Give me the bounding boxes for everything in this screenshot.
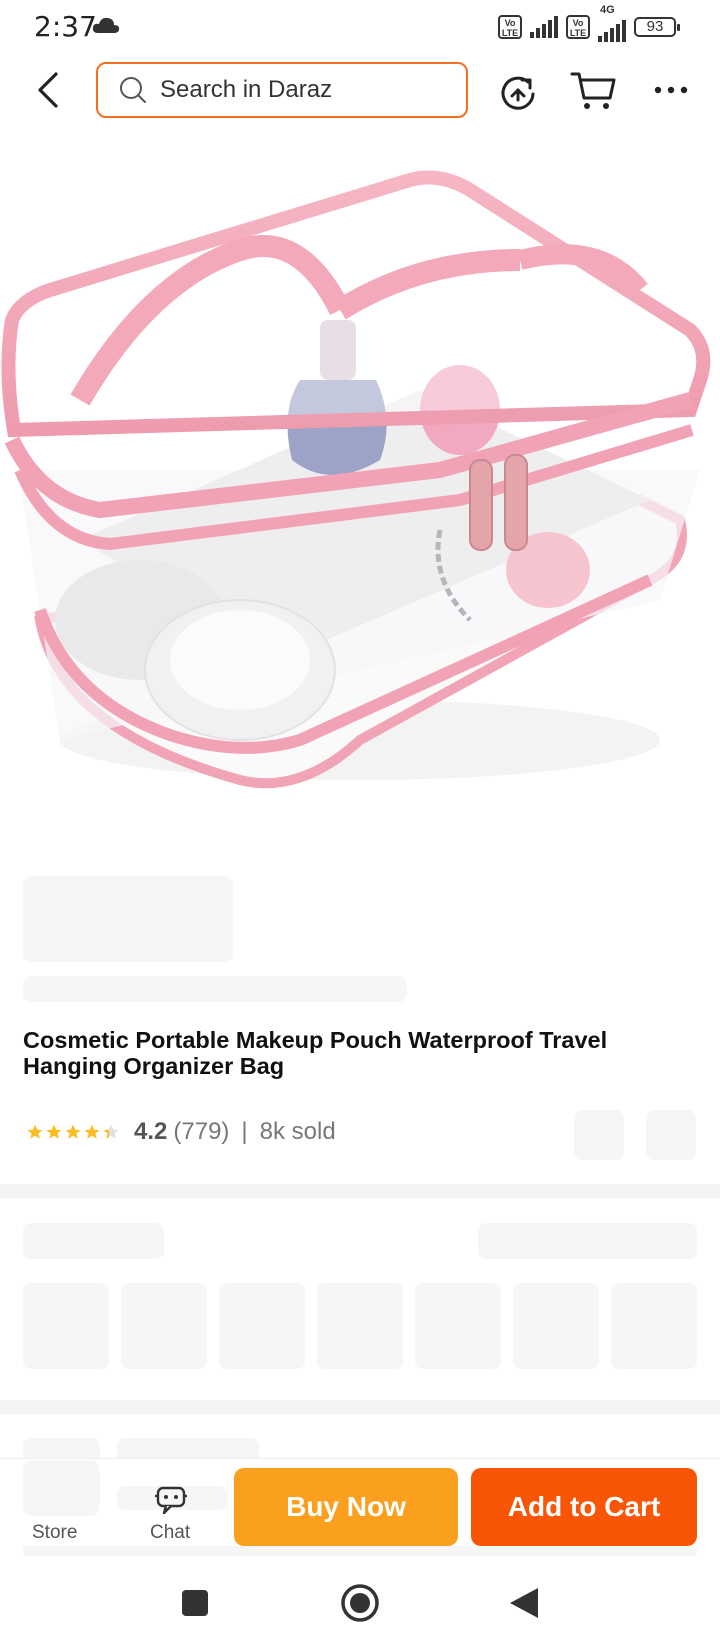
rating-stars [26,1123,120,1141]
review-count: (779) [173,1118,230,1145]
sold-count: 8k sold [259,1118,336,1145]
chat-icon[interactable] [154,1484,188,1516]
status-icons: Vo LTE Vo LTE 4G 93 [498,4,680,42]
bottom-skeleton [23,1546,697,1556]
search-input[interactable]: Search in Daraz [96,62,468,118]
battery-icon: 93 [634,17,680,37]
status-time: 2:37 [34,10,97,43]
variant-skeleton [121,1283,207,1369]
battery-level: 93 [646,18,664,35]
back-arrow-icon[interactable] [34,70,62,110]
search-icon [120,77,146,103]
variant-label-skeleton [23,1223,164,1259]
variant-skeleton [415,1283,501,1369]
rating-row[interactable]: 4.2 (779) | 8k sold [26,1118,336,1146]
promo-skeleton [23,976,407,1002]
star-icon [46,1124,62,1139]
volte-badge-2: Vo LTE [566,15,590,39]
cart-icon[interactable] [570,70,616,112]
add-to-cart-button[interactable]: Add to Cart [471,1468,697,1546]
section-divider [0,1184,720,1198]
buy-now-button[interactable]: Buy Now [234,1468,458,1546]
recents-icon[interactable] [180,1588,210,1618]
store-icon[interactable] [23,1460,100,1516]
star-icon [27,1124,43,1139]
volte-badge: Vo LTE [498,15,522,39]
section-divider-2 [0,1400,720,1414]
home-icon[interactable] [340,1583,380,1623]
share-skeleton [646,1110,696,1160]
star-half-icon [103,1124,119,1139]
chat-button[interactable]: Chat [150,1522,190,1544]
price-skeleton [23,876,233,962]
store-button[interactable]: Store [32,1522,77,1544]
signal-4g-icon: 4G [598,4,626,42]
variant-skeleton [513,1283,599,1369]
variant-skeleton [611,1283,697,1369]
star-icon [84,1124,100,1139]
variant-skeleton [23,1283,109,1369]
rating-value: 4.2 [134,1118,168,1145]
product-image[interactable] [0,140,720,830]
back-nav-icon[interactable] [508,1586,540,1620]
network-label: 4G [600,4,615,16]
wishlist-skeleton [574,1110,624,1160]
variant-skeleton [219,1283,305,1369]
star-icon [65,1124,81,1139]
variant-skeleton [317,1283,403,1369]
more-icon[interactable] [654,84,688,96]
rating-separator: | [241,1118,248,1145]
variant-link-skeleton [478,1223,697,1259]
product-title: Cosmetic Portable Makeup Pouch Waterproo… [23,1027,608,1079]
search-placeholder: Search in Daraz [160,76,333,103]
share-icon[interactable] [498,72,538,112]
cloud-icon [92,17,120,33]
signal-icon [530,16,558,38]
